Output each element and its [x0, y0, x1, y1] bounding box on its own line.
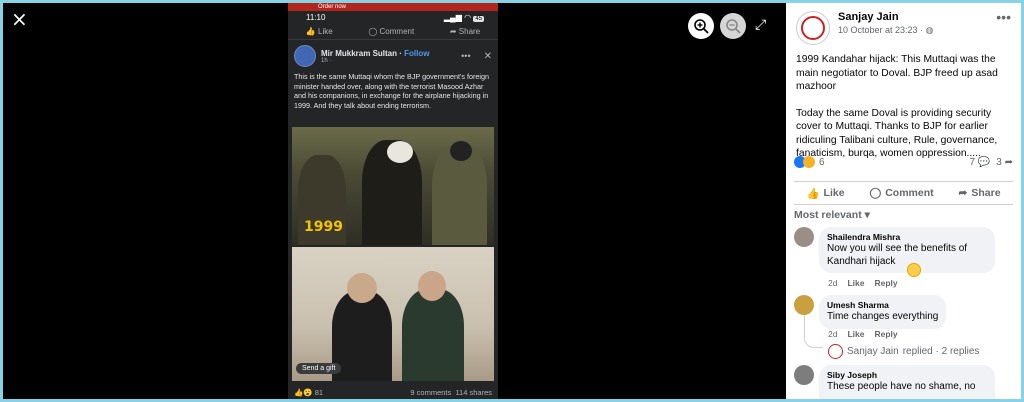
- zoom-in-icon[interactable]: [688, 13, 714, 39]
- avatar[interactable]: [794, 365, 814, 385]
- comment-reply-button[interactable]: Reply: [874, 329, 897, 339]
- phone-share: ➦ Share: [449, 26, 481, 36]
- close-icon[interactable]: ×: [11, 9, 28, 29]
- phone-author: Mir Mukkram Sultan · Follow: [321, 48, 430, 58]
- status-time: 11:10: [306, 12, 326, 22]
- comment-like-button[interactable]: Like: [847, 329, 864, 339]
- phone-screenshot: Order now 11:10 ▂▄▆ ◠ 45 👍 Like ◯ Commen…: [288, 3, 498, 399]
- post-author[interactable]: Sanjay Jain: [838, 11, 933, 23]
- comment-count[interactable]: 7 💬: [969, 157, 990, 168]
- post-header: Sanjay Jain 10 October at 23:23 · ◍ •••: [786, 3, 1021, 49]
- like-icon: 👍: [806, 187, 820, 200]
- comment-text: Time changes everything: [827, 311, 939, 322]
- order-banner: Order now: [288, 3, 498, 11]
- comment-text: Now you will see the benefits of Kandhar…: [827, 243, 968, 267]
- battery-icon: 45: [473, 15, 484, 22]
- comment-like-button[interactable]: Like: [847, 278, 864, 288]
- fullscreen-icon[interactable]: ⤢: [755, 16, 766, 33]
- comment-actions: 2d Like Reply: [828, 329, 898, 339]
- globe-icon: ◍: [925, 25, 934, 35]
- comment-icon: ◯: [869, 187, 882, 199]
- reaction-count[interactable]: 6: [819, 157, 825, 168]
- comment-text: These people have no shame, no: [827, 381, 976, 392]
- avatar: [828, 344, 843, 359]
- send-gift-button: Send a gift: [296, 363, 342, 374]
- more-options-icon[interactable]: •••: [996, 9, 1011, 25]
- phone-post-time: 1h ·: [321, 57, 332, 64]
- avatar[interactable]: [794, 295, 814, 315]
- post-paragraph: Today the same Doval is providing securi…: [796, 107, 998, 160]
- close-icon: ✕: [483, 50, 492, 62]
- replied-author: Sanjay Jain: [847, 346, 899, 357]
- comment-age: 2d: [828, 329, 838, 339]
- phone-like: 👍 Like: [305, 26, 333, 36]
- phone-post: Mir Mukkram Sultan · Follow 1h · ••• ✕ T…: [288, 40, 498, 114]
- laugh-reaction-icon: [907, 263, 921, 277]
- zoom-out-icon[interactable]: [720, 13, 746, 39]
- phone-post-footer: 👍😮 81 9 comments 114 shares: [288, 385, 498, 399]
- avatar[interactable]: [794, 227, 814, 247]
- more-icon: •••: [461, 51, 471, 61]
- comment-age: 2d: [828, 278, 838, 288]
- post-paragraph: 1999 Kandahar hijack: This Muttaqi was t…: [796, 54, 998, 92]
- haha-reaction-icon: [803, 156, 815, 168]
- replied-text: replied · 2 replies: [902, 346, 980, 357]
- chevron-down-icon: ▾: [864, 209, 870, 221]
- post-action-bar: 👍 Like ◯ Comment ➦ Share: [794, 181, 1013, 205]
- comment-button[interactable]: ◯ Comment: [869, 187, 933, 199]
- phone-post-text: This is the same Muttaqi whom the BJP go…: [294, 72, 489, 110]
- phone-comment: ◯ Comment: [368, 26, 415, 36]
- year-label: 1999: [304, 219, 343, 235]
- phone-post-header: Mir Mukkram Sultan · Follow 1h · ••• ✕: [294, 44, 492, 68]
- avatar: [294, 45, 316, 67]
- comment-item: Siby Joseph These people have no shame, …: [794, 365, 995, 399]
- phone-reactions: 👍😮 81: [294, 387, 324, 397]
- view-replies-link[interactable]: Sanjay Jain replied · 2 replies: [828, 344, 979, 359]
- like-button[interactable]: 👍 Like: [806, 187, 844, 200]
- status-bar: 11:10 ▂▄▆ ◠ 45: [288, 11, 498, 23]
- photo-meeting: [292, 247, 494, 381]
- share-icon: ➦: [958, 187, 968, 199]
- comment-item: Shailendra Mishra Now you will see the b…: [794, 227, 995, 273]
- post-body: 1999 Kandahar hijack: This Muttaqi was t…: [786, 49, 1021, 161]
- share-count[interactable]: 3 ➦: [996, 157, 1013, 168]
- photo-1999: 1999: [292, 127, 494, 245]
- post-stats: 6 7 💬 3 ➦: [794, 156, 1013, 168]
- phone-action-bar: 👍 Like ◯ Comment ➦ Share: [288, 23, 498, 40]
- reply-thread-line: [804, 315, 823, 348]
- comment-author[interactable]: Siby Joseph: [827, 370, 987, 380]
- comment-actions: 2d Like Reply: [828, 278, 898, 288]
- avatar[interactable]: [796, 11, 830, 45]
- comment-sort-dropdown[interactable]: Most relevant ▾: [794, 209, 870, 221]
- post-date[interactable]: 10 October at 23:23 · ◍: [838, 25, 933, 36]
- status-icons: ▂▄▆ ◠ 45: [443, 12, 484, 22]
- post-side-panel: Sanjay Jain 10 October at 23:23 · ◍ ••• …: [786, 3, 1021, 399]
- share-button[interactable]: ➦ Share: [959, 187, 1001, 199]
- comment-reply-button[interactable]: Reply: [874, 278, 897, 288]
- comment-author[interactable]: Umesh Sharma: [827, 300, 938, 310]
- comment-author[interactable]: Shailendra Mishra: [827, 232, 987, 242]
- phone-comment-share-counts: 9 comments 114 shares: [410, 387, 492, 397]
